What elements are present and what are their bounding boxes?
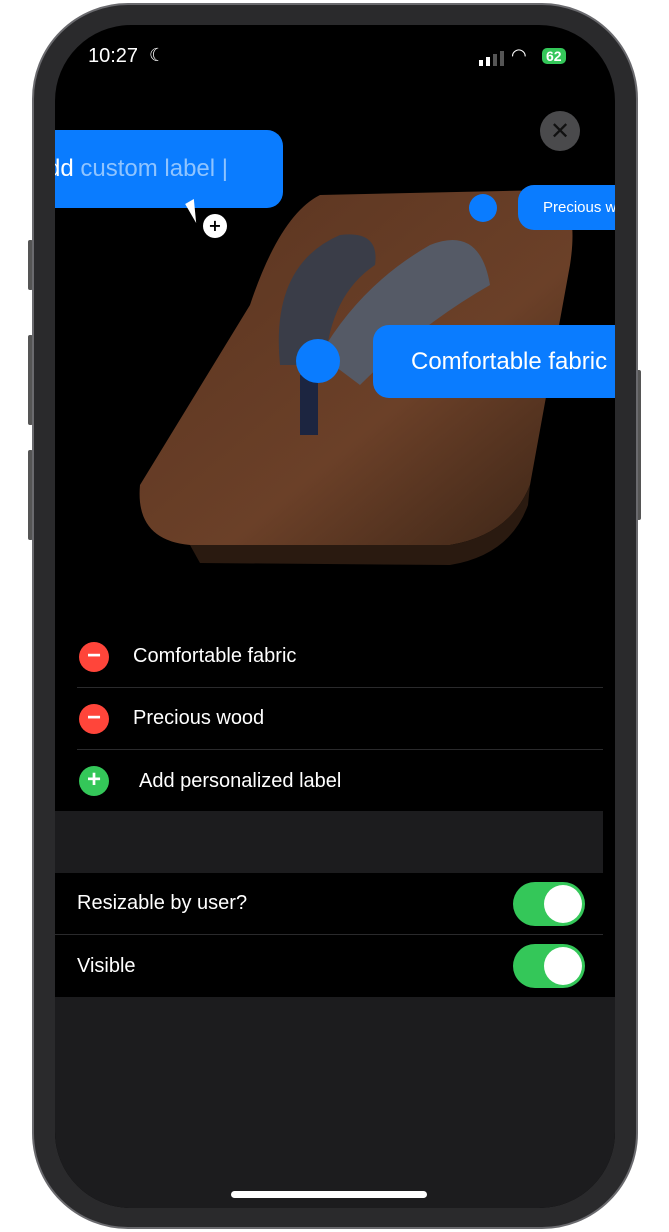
setting-row-resizable: Resizable by user? bbox=[55, 873, 603, 935]
close-button[interactable]: ✕ bbox=[540, 111, 580, 151]
precious-wood-tag[interactable]: Precious wood bbox=[518, 185, 615, 230]
add-icon[interactable]: + bbox=[79, 766, 109, 796]
custom-label-placeholder: custom label | bbox=[80, 155, 229, 182]
remove-icon[interactable]: − bbox=[79, 641, 109, 672]
list-item-label: Precious wood bbox=[133, 707, 265, 729]
comfortable-fabric-tag[interactable]: Comfortable fabric bbox=[373, 325, 615, 398]
precious-wood-anchor[interactable] bbox=[469, 194, 497, 222]
remove-icon[interactable]: − bbox=[79, 703, 109, 734]
list-item-label: Add personalized label bbox=[139, 769, 342, 792]
section-spacer bbox=[55, 811, 603, 873]
moon-icon: ☾ bbox=[149, 45, 166, 65]
list-item[interactable]: − Precious wood bbox=[77, 688, 603, 750]
home-indicator[interactable] bbox=[231, 1191, 427, 1198]
list-item[interactable]: − Comfortable fabric bbox=[77, 626, 603, 688]
visible-toggle[interactable] bbox=[513, 944, 585, 988]
wifi-icon: ◠ bbox=[511, 45, 527, 65]
screen: 10:27 ☾ ◠ 62 ✕ Add custom label | + Prec… bbox=[55, 25, 615, 1208]
battery-indicator: 62 bbox=[542, 48, 566, 64]
custom-label-prefix: Add bbox=[55, 155, 74, 182]
custom-label-input[interactable]: Add custom label | bbox=[55, 130, 283, 208]
setting-row-visible: Visible bbox=[55, 935, 603, 997]
resizable-toggle[interactable] bbox=[513, 881, 585, 926]
bottom-area bbox=[55, 997, 615, 1208]
setting-label: Visible bbox=[77, 954, 136, 977]
add-label-item[interactable]: + Add personalized label bbox=[77, 750, 603, 812]
status-time: 10:27 bbox=[88, 45, 139, 67]
signal-icon bbox=[479, 51, 504, 66]
setting-label: Resizable by user? bbox=[77, 892, 248, 914]
comfortable-fabric-anchor[interactable] bbox=[296, 339, 340, 383]
add-cursor-icon: + bbox=[203, 214, 227, 238]
list-item-label: Comfortable fabric bbox=[133, 645, 297, 667]
